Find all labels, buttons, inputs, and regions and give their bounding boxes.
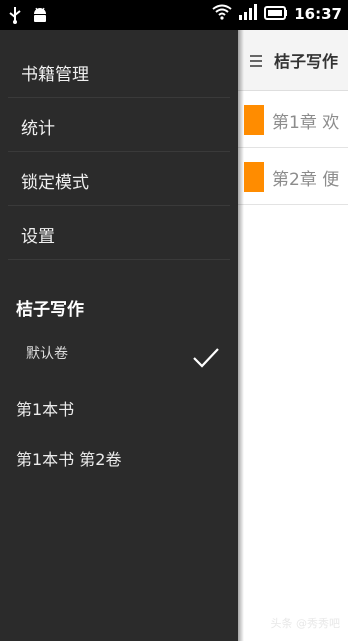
menu-item-label: 书籍管理 <box>21 65 89 85</box>
main-content: 桔子写作 第1章 欢 第2章 便 头条 @秀秀吧 <box>238 30 348 641</box>
chapter-label: 第2章 便 <box>272 170 340 190</box>
menu-item-statistics[interactable]: 统计 <box>8 98 230 152</box>
clock-time: 16:37 <box>294 5 342 23</box>
android-icon <box>32 6 48 28</box>
check-icon <box>192 347 220 373</box>
signal-icon <box>238 4 258 24</box>
chapter-color-bar <box>244 105 264 135</box>
chapter-color-bar <box>244 162 264 192</box>
usb-icon <box>8 6 22 28</box>
chapter-label: 第1章 欢 <box>272 113 340 133</box>
menu-item-settings[interactable]: 设置 <box>8 206 230 260</box>
battery-icon <box>264 5 288 24</box>
main-title: 桔子写作 <box>274 52 339 71</box>
menu-item-label: 统计 <box>21 119 55 139</box>
chapter-item[interactable]: 第1章 欢 <box>238 91 348 148</box>
main-header: 桔子写作 <box>238 30 348 91</box>
menu-item-label: 设置 <box>21 227 55 247</box>
book-item[interactable]: 第1本书 第2卷 <box>16 446 121 470</box>
watermark: 头条 @秀秀吧 <box>270 617 341 630</box>
menu-item-lock-mode[interactable]: 锁定模式 <box>8 152 230 206</box>
chapter-item[interactable]: 第2章 便 <box>238 148 348 205</box>
menu-item-book-management[interactable]: 书籍管理 <box>8 44 230 98</box>
drawer-shadow <box>238 30 244 641</box>
menu-icon[interactable] <box>250 53 264 72</box>
status-bar: 16:37 <box>0 0 348 30</box>
wifi-icon <box>212 4 232 24</box>
book-item[interactable]: 第1本书 <box>16 396 74 420</box>
menu-item-label: 锁定模式 <box>21 173 89 193</box>
section-title: 桔子写作 <box>16 300 84 320</box>
navigation-drawer: 书籍管理 统计 锁定模式 设置 桔子写作 默认卷 第1本书 第1本书 第2卷 <box>0 30 238 641</box>
